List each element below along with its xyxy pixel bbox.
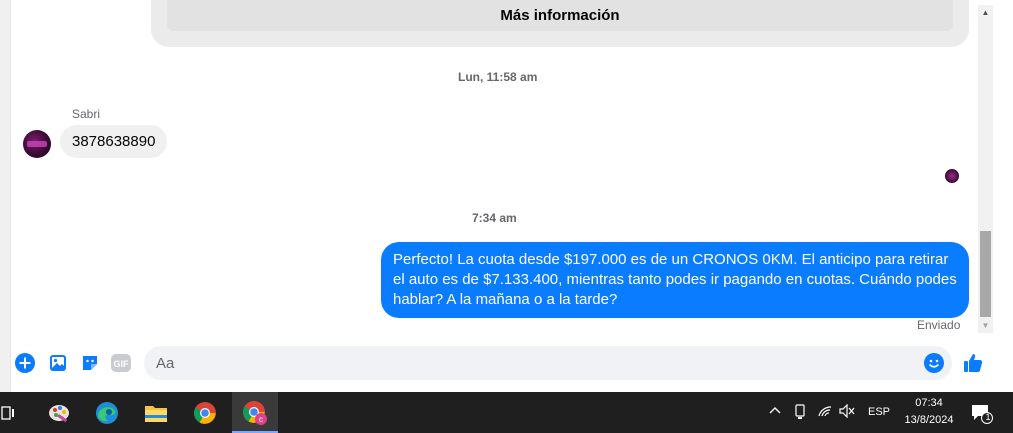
outgoing-message[interactable]: Perfecto! La cuota desde $197.000 es de … — [381, 242, 969, 318]
sticker-icon[interactable] — [79, 352, 101, 374]
scrollbar[interactable]: ▲ ▼ — [978, 5, 993, 333]
message-status: Enviado — [917, 318, 961, 332]
incoming-message[interactable]: 3878638890 — [60, 125, 168, 158]
task-view-icon[interactable] — [0, 399, 22, 427]
photo-icon[interactable] — [47, 352, 69, 374]
chat-window: Más información Lun, 11:58 am Sabri 3878… — [0, 0, 1013, 392]
show-hidden-icons-icon[interactable] — [769, 405, 781, 418]
thumbs-up-icon[interactable] — [962, 352, 984, 374]
chrome-icon[interactable] — [191, 399, 219, 427]
timestamp: 7:34 am — [472, 211, 517, 225]
sender-name: Sabri — [72, 107, 101, 121]
gif-label: GIF — [114, 359, 130, 369]
timestamp: Lun, 11:58 am — [458, 70, 538, 84]
file-explorer-icon[interactable] — [142, 399, 170, 427]
clock-date[interactable]: 13/8/2024 — [903, 414, 955, 426]
chrome-profile-icon[interactable]: c — [241, 399, 269, 427]
emoji-icon[interactable] — [923, 352, 945, 374]
taskbar: c ESP 07:34 13/8/2024 1 — [0, 392, 1013, 433]
message-input[interactable]: Aa — [144, 346, 952, 380]
notification-count: 1 — [985, 412, 991, 422]
language-indicator[interactable]: ESP — [868, 406, 890, 418]
volume-muted-icon[interactable] — [839, 403, 855, 421]
seen-avatar — [945, 169, 959, 183]
left-panel-edge — [0, 0, 11, 392]
wifi-icon[interactable] — [817, 404, 833, 421]
more-info-button[interactable]: Más información — [167, 0, 953, 31]
clock-time[interactable]: 07:34 — [912, 397, 946, 409]
input-placeholder: Aa — [156, 355, 175, 372]
scroll-up-arrow-icon[interactable]: ▲ — [978, 5, 993, 20]
paint-icon[interactable] — [45, 399, 73, 427]
scroll-thumb[interactable] — [980, 231, 991, 317]
avatar[interactable] — [23, 130, 51, 158]
svg-text:c: c — [259, 415, 263, 424]
scroll-down-arrow-icon[interactable]: ▼ — [978, 318, 993, 333]
plus-icon[interactable] — [14, 352, 36, 374]
gif-icon[interactable]: GIF — [110, 352, 132, 374]
edge-icon[interactable] — [93, 399, 121, 427]
device-icon[interactable] — [794, 404, 806, 423]
